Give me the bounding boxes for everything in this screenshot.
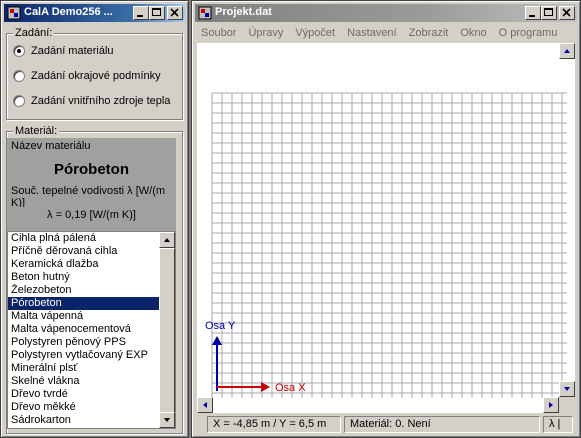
canvas-scroll-right-button[interactable] — [543, 397, 559, 413]
minimize-button[interactable] — [525, 6, 541, 20]
list-item[interactable]: Beton hutný — [8, 271, 159, 284]
arrow-up-icon — [164, 238, 170, 242]
material-legend: Materiál: — [13, 125, 60, 137]
close-button[interactable] — [559, 6, 575, 20]
minimize-icon — [137, 15, 143, 17]
maximize-icon — [544, 8, 553, 16]
arrow-up-icon — [564, 49, 570, 53]
control-window: CalA Demo256 ... Zadání: Zadání materiál… — [0, 0, 189, 438]
radio-label: Zadání materiálu — [31, 45, 114, 57]
maximize-icon — [152, 8, 161, 16]
radio-zadani-zdroje[interactable]: Zadání vnitřního zdroje tepla — [13, 95, 170, 107]
list-item[interactable]: Železobeton — [8, 284, 159, 297]
arrow-left-icon — [203, 402, 207, 408]
list-item[interactable]: Malta vápenocementová — [8, 323, 159, 336]
grid-svg[interactable]: Osa Y Osa X — [197, 43, 575, 413]
list-item[interactable]: Dřevo tvrdé — [8, 388, 159, 401]
list-item[interactable]: Dřevo měkké — [8, 401, 159, 414]
menu-upravy[interactable]: Úpravy — [242, 27, 289, 39]
project-window-titlebar[interactable]: Projekt.dat — [195, 4, 577, 22]
status-material: Materiál: 0. Není — [344, 416, 540, 433]
list-item[interactable]: Příčně děrovaná cihla — [8, 245, 159, 258]
arrow-down-icon — [564, 387, 570, 391]
project-window: Projekt.dat Soubor Úpravy Výpočet Nastav… — [191, 0, 581, 438]
menu-bar: Soubor Úpravy Výpočet Nastavení Zobrazit… — [195, 23, 577, 43]
conductivity-label: Souč. tepelné vodivosti λ [W/(m K)] — [11, 185, 166, 207]
close-icon — [562, 8, 571, 17]
list-item[interactable]: Cihla plná pálená — [8, 232, 159, 245]
scroll-corner — [559, 397, 575, 413]
canvas-hscroll[interactable] — [197, 397, 559, 413]
status-coords: X = -4,85 m / Y = 6,5 m — [207, 416, 341, 433]
document-icon — [198, 6, 212, 20]
project-window-title: Projekt.dat — [215, 6, 272, 18]
list-item[interactable]: Malta vápenná — [8, 310, 159, 323]
maximize-button[interactable] — [541, 6, 557, 20]
list-item[interactable]: Polystyren pěnový PPS — [8, 336, 159, 349]
material-info-panel: Název materiálu Pórobeton Souč. tepelné … — [7, 138, 176, 231]
list-item[interactable]: Keramická dlažba — [8, 258, 159, 271]
menu-vypocet[interactable]: Výpočet — [289, 27, 341, 39]
control-window-title: CalA Demo256 ... — [24, 6, 113, 18]
maximize-button[interactable] — [149, 6, 165, 20]
list-item[interactable]: Polystyren vytlačovaný EXP — [8, 349, 159, 362]
x-axis-label: Osa X — [275, 382, 306, 394]
scroll-down-button[interactable] — [159, 412, 175, 428]
scroll-thumb[interactable] — [159, 248, 175, 413]
radio-label: Zadání vnitřního zdroje tepla — [31, 95, 171, 107]
radio-zadani-okrajove[interactable]: Zadání okrajové podmínky — [13, 70, 161, 82]
close-icon — [170, 8, 179, 17]
materials-list: Cihla plná pálená Příčně děrovaná cihla Ke… — [8, 232, 159, 427]
radio-button[interactable] — [13, 70, 25, 82]
grid — [211, 92, 567, 398]
material-name-value: Pórobeton — [54, 161, 129, 178]
y-axis-arrow-icon — [212, 336, 222, 345]
arrow-right-icon — [549, 402, 553, 408]
y-axis-label: Osa Y — [205, 320, 236, 332]
radio-zadani-materialu[interactable]: Zadání materiálu — [13, 45, 114, 57]
materials-scrollbar[interactable] — [159, 232, 175, 428]
menu-okno[interactable]: Okno — [454, 27, 492, 39]
list-item[interactable]: Minerální plsť — [8, 362, 159, 375]
radio-label: Zadání okrajové podmínky — [31, 70, 161, 82]
conductivity-value: λ = 0,19 [W/(m K)] — [47, 209, 136, 221]
canvas-vscroll[interactable] — [559, 43, 575, 397]
radio-button[interactable] — [13, 95, 25, 107]
radio-button-checked[interactable] — [13, 45, 25, 57]
drawing-canvas[interactable]: Osa Y Osa X — [197, 43, 575, 413]
scroll-up-button[interactable] — [159, 232, 175, 248]
material-name-label: Název materiálu — [11, 140, 91, 152]
canvas-scroll-down-button[interactable] — [559, 381, 575, 397]
control-window-titlebar[interactable]: CalA Demo256 ... — [4, 4, 185, 22]
close-button[interactable] — [167, 6, 183, 20]
status-bar: X = -4,85 m / Y = 6,5 m Materiál: 0. Nen… — [195, 414, 577, 435]
canvas-scroll-up-button[interactable] — [559, 43, 575, 59]
list-item[interactable]: Sádrokarton — [8, 414, 159, 427]
minimize-icon — [529, 15, 535, 17]
status-lambda: λ | — [543, 416, 573, 433]
arrow-down-icon — [164, 418, 170, 422]
menu-o-programu[interactable]: O programu — [493, 27, 564, 39]
list-item[interactable]: Skelné vlákna — [8, 375, 159, 388]
canvas-scroll-left-button[interactable] — [197, 397, 213, 413]
zadani-legend: Zadání: — [13, 27, 55, 39]
menu-zobrazit[interactable]: Zobrazit — [403, 27, 455, 39]
list-item[interactable]: Pórobeton — [8, 297, 159, 310]
materials-listbox[interactable]: Cihla plná pálená Příčně děrovaná cihla Ke… — [7, 231, 176, 429]
zadani-group: Zadání: Zadání materiálu Zadání okrajové… — [6, 27, 183, 120]
menu-soubor[interactable]: Soubor — [195, 27, 242, 39]
menu-nastaveni[interactable]: Nastavení — [341, 27, 403, 39]
minimize-button[interactable] — [133, 6, 149, 20]
app-icon — [7, 6, 21, 20]
